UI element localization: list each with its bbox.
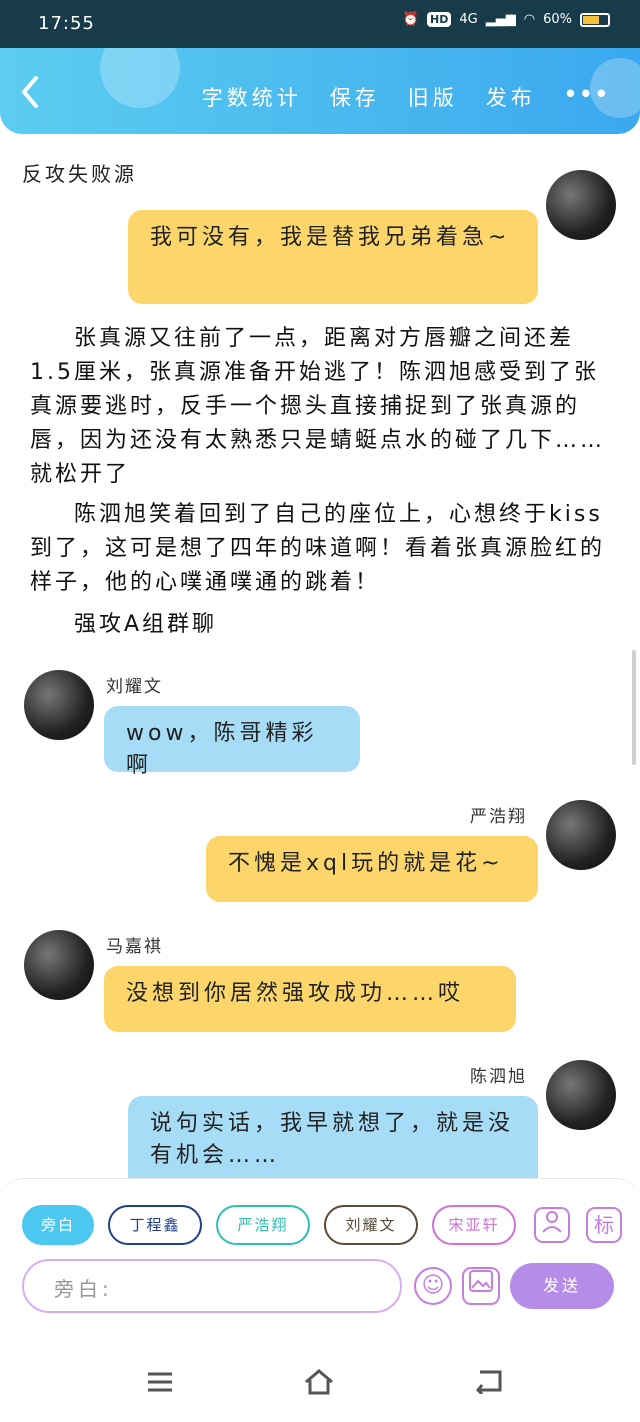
story-paragraph: 张真源又往前了一点，距离对方唇瓣之间还差1.5厘米，张真源准备开始逃了！陈泗旭感… [30,326,606,487]
chat-bubble-right: 不愧是xql玩的就是花~ [206,836,538,902]
role-chip[interactable]: 宋亚轩 [432,1205,516,1245]
sender-name: 刘耀文 [106,677,163,697]
signal-icon: ▂▄▆ [485,12,516,27]
chat-bubble-left: wow，陈哥精彩啊 [104,706,360,778]
sender-name: 马嘉祺 [106,937,163,957]
sender-name: 陈泗旭 [470,1067,527,1087]
chat-bubble-left: 没想到你居然强攻成功……哎 [104,966,516,1032]
story-paragraph: 陈泗旭笑着回到了自己的座位上，心想终于kiss到了，这可是想了四年的味道啊！看着… [30,502,606,595]
sender-name: 严浩翔 [470,807,527,827]
chat-bubble-right: 我可没有，我是替我兄弟着急~ [128,210,538,304]
composer-panel: 旁白 丁程鑫 严浩翔 刘耀文 宋亚轩 标 旁白: ☺ 发送 [0,1178,640,1348]
smiley-icon[interactable]: ☺ [414,1267,452,1305]
back-button[interactable] [20,76,50,108]
old-version-button[interactable]: 旧版 [408,82,458,112]
network-label: 4G [459,12,478,27]
avatar[interactable] [546,170,616,240]
publish-button[interactable]: 发布 [486,82,536,112]
hd-badge: HD [427,12,452,27]
scrollbar[interactable] [632,650,636,765]
character-icon[interactable] [534,1207,570,1243]
editor-header: 字数统计 保存 旧版 发布 ••• [0,48,640,134]
narration-input[interactable]: 旁白: [22,1259,402,1313]
section-heading: 强攻A组群聊 [74,612,218,637]
battery-label: 60% [543,12,572,27]
tag-button[interactable]: 标 [586,1207,622,1243]
alarm-icon: ⏰ [402,12,420,27]
header-actions: 字数统计 保存 旧版 发布 ••• [202,82,610,112]
avatar[interactable] [546,800,616,870]
status-icons: ⏰ HD 4G ▂▄▆ ◠ 60% [403,12,610,27]
chevron-left-icon [21,76,38,108]
system-nav-bar [0,1348,640,1422]
avatar[interactable] [24,930,94,1000]
role-chip[interactable]: 丁程鑫 [108,1205,202,1245]
status-bar: 17:55 ⏰ HD 4G ▂▄▆ ◠ 60% [0,0,640,48]
role-chip[interactable]: 严浩翔 [216,1205,310,1245]
menu-icon[interactable] [143,1368,177,1402]
back-icon[interactable] [472,1368,506,1402]
word-count-button[interactable]: 字数统计 [202,82,302,112]
role-chip[interactable]: 刘耀文 [324,1205,418,1245]
story-title: 反攻失败源 [22,162,137,186]
save-button[interactable]: 保存 [330,82,380,112]
more-dots-icon[interactable]: ••• [564,82,610,112]
story-content: 反攻失败源 我可没有，我是替我兄弟着急~ 张真源又往前了一点，距离对方唇瓣之间还… [0,150,640,1178]
wifi-icon: ◠ [523,12,536,27]
chat-bubble-right: 说句实话，我早就想了，就是没有机会…… [128,1096,538,1178]
status-time: 17:55 [38,13,95,34]
decoration-bubble [100,48,180,108]
avatar[interactable] [546,1060,616,1130]
role-chip-narration[interactable]: 旁白 [22,1205,94,1245]
send-button[interactable]: 发送 [510,1263,614,1309]
battery-icon [580,12,610,27]
home-icon[interactable] [302,1368,336,1402]
image-icon[interactable] [462,1267,500,1305]
avatar[interactable] [24,670,94,740]
